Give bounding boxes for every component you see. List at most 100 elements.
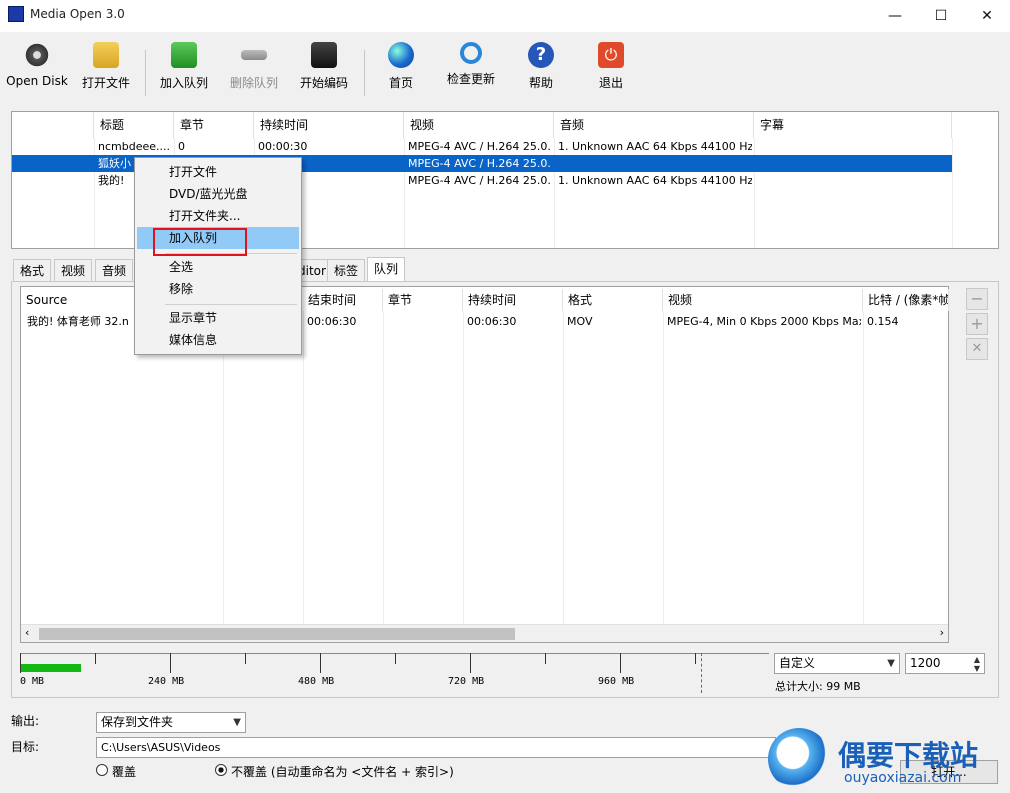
toolbar-label: 删除队列 xyxy=(229,76,278,90)
toolbar-label: 帮助 xyxy=(528,76,553,90)
minimize-button[interactable]: — xyxy=(872,0,918,32)
chevron-down-icon: ▼ xyxy=(887,658,895,669)
cell-video: MPEG-4 AVC / H.264 25.0... xyxy=(408,140,552,153)
capacity-limit-line xyxy=(701,653,702,693)
column-header[interactable]: 视频 xyxy=(404,112,554,138)
window-title: Media Open 3.0 xyxy=(30,7,125,21)
close-button[interactable]: ✕ xyxy=(964,0,1010,32)
toolbar-separator xyxy=(145,50,146,96)
size-spinner[interactable]: 1200 ▲ ▼ xyxy=(905,653,985,674)
menu-item-open-file[interactable]: 打开文件 xyxy=(137,161,299,183)
cell-end-time: 00:06:30 xyxy=(307,315,357,328)
tab-tags[interactable]: 标签 xyxy=(327,259,366,281)
cell-title: ncmbdeee.... xyxy=(98,140,170,153)
open-disk-button[interactable]: Open Disk xyxy=(4,42,70,102)
column-header[interactable]: 视频 xyxy=(663,289,863,311)
ruler-tick xyxy=(245,653,246,664)
ruler-tick xyxy=(20,653,21,673)
overwrite-radio[interactable] xyxy=(96,764,108,776)
column-header[interactable]: 格式 xyxy=(563,289,663,311)
toolbar-label: 打开文件 xyxy=(81,76,130,90)
column-header[interactable]: 标题 xyxy=(94,112,174,138)
scrollbar-thumb[interactable] xyxy=(39,628,515,640)
column-header[interactable]: 比特 / (像素*帧 xyxy=(863,289,949,311)
menu-separator xyxy=(165,304,297,305)
capacity-fill xyxy=(21,664,81,672)
title-bar: Media Open 3.0 — ☐ ✕ xyxy=(0,0,1010,32)
cell-video: MPEG-4, Min 0 Kbps 2000 Kbps Max ... xyxy=(667,315,861,328)
column-header[interactable] xyxy=(12,112,94,138)
target-label: 目标: xyxy=(11,740,40,754)
ruler-tick xyxy=(470,653,471,673)
cell-video: MPEG-4 AVC / H.264 25.0... xyxy=(408,174,552,187)
tab-queue[interactable]: 队列 xyxy=(367,257,406,281)
open-file-button[interactable]: 打开文件 xyxy=(78,42,134,102)
column-header[interactable]: 持续时间 xyxy=(254,112,404,138)
toolbar-label: 退出 xyxy=(598,76,623,90)
check-update-button[interactable]: 检查更新 xyxy=(442,42,500,102)
watermark-logo xyxy=(768,728,830,790)
ruler-tick xyxy=(320,653,321,673)
no-overwrite-radio[interactable] xyxy=(215,764,227,776)
column-header[interactable]: 音频 xyxy=(554,112,754,138)
column-header[interactable]: 结束时间 xyxy=(303,289,383,311)
toolbar-separator xyxy=(364,50,365,96)
toolbar: Open Disk 打开文件 加入队列 删除队列 开始编码 首页 检查更新 ? … xyxy=(0,32,1010,104)
menu-item-select-all[interactable]: 全选 xyxy=(137,256,299,278)
table-row[interactable]: ncmbdeee.... 0 00:00:30 MPEG-4 AVC / H.2… xyxy=(12,138,952,155)
tab-format[interactable]: 格式 xyxy=(13,259,52,281)
total-size-label: 总计大小: 99 MB xyxy=(775,680,861,693)
menu-item-remove[interactable]: 移除 xyxy=(137,278,299,300)
home-button[interactable]: 首页 xyxy=(378,42,424,102)
exit-button[interactable]: ⏻ 退出 xyxy=(588,42,634,102)
globe-icon xyxy=(388,42,414,68)
ruler-tick xyxy=(545,653,546,664)
queue-remove-button[interactable]: − xyxy=(966,288,988,310)
ruler-tick xyxy=(620,653,621,673)
add-queue-button[interactable]: 加入队列 xyxy=(156,42,212,102)
start-encode-button[interactable]: 开始编码 xyxy=(296,42,352,102)
preset-value: 自定义 xyxy=(779,656,816,670)
chevron-down-icon: ▼ xyxy=(233,717,241,728)
help-button[interactable]: ? 帮助 xyxy=(518,42,564,102)
help-icon: ? xyxy=(528,42,554,68)
no-overwrite-label: 不覆盖 (自动重命名为 <文件名 + 索引>) xyxy=(231,765,454,779)
toolbar-label: 检查更新 xyxy=(446,72,495,86)
queue-add-button[interactable]: + xyxy=(966,313,988,335)
refresh-icon xyxy=(460,42,482,64)
column-header[interactable]: 持续时间 xyxy=(463,289,563,311)
menu-item-show-chapters[interactable]: 显示章节 xyxy=(137,307,299,329)
scroll-right-icon[interactable]: › xyxy=(940,626,944,639)
output-select[interactable]: 保存到文件夹 ▼ xyxy=(96,712,246,733)
remove-queue-button[interactable]: 删除队列 xyxy=(226,42,282,102)
tab-audio[interactable]: 音频 xyxy=(95,259,134,281)
tab-video[interactable]: 视频 xyxy=(54,259,93,281)
spinner-icon[interactable]: ▲ ▼ xyxy=(974,655,980,673)
horizontal-scrollbar[interactable]: ‹ › xyxy=(21,624,948,642)
ruler-label: 0 MB xyxy=(20,676,45,687)
maximize-button[interactable]: ☐ xyxy=(918,0,964,32)
menu-item-media-info[interactable]: 媒体信息 xyxy=(137,329,299,351)
ruler-tick xyxy=(395,653,396,664)
column-header[interactable]: 章节 xyxy=(174,112,254,138)
cell-audio: 1. Unknown AAC 64 Kbps 44100 Hz ... xyxy=(558,174,752,187)
column-header[interactable]: 字幕 xyxy=(754,112,952,138)
preset-select[interactable]: 自定义 ▼ xyxy=(774,653,900,674)
ruler-label: 960 MB xyxy=(598,676,635,687)
power-icon: ⏻ xyxy=(598,42,624,68)
output-value: 保存到文件夹 xyxy=(101,715,174,729)
ruler-label: 480 MB xyxy=(298,676,335,687)
menu-item-open-folder[interactable]: 打开文件夹... xyxy=(137,205,299,227)
target-path-field[interactable]: C:\Users\ASUS\Videos xyxy=(96,737,776,758)
ruler-tick xyxy=(695,653,696,664)
queue-clear-button[interactable]: ✕ xyxy=(966,338,988,360)
menu-item-dvd-bluray[interactable]: DVD/蓝光光盘 xyxy=(137,183,299,205)
column-header[interactable]: 章节 xyxy=(383,289,463,311)
remove-queue-icon xyxy=(241,50,267,60)
toolbar-label: 开始编码 xyxy=(299,76,348,90)
watermark: 偶要下载站 ouyaoxiazai.com xyxy=(766,728,1010,793)
ruler-tick xyxy=(170,653,171,673)
ruler-tick xyxy=(95,653,96,664)
add-queue-icon xyxy=(171,42,197,68)
scroll-left-icon[interactable]: ‹ xyxy=(25,626,29,639)
